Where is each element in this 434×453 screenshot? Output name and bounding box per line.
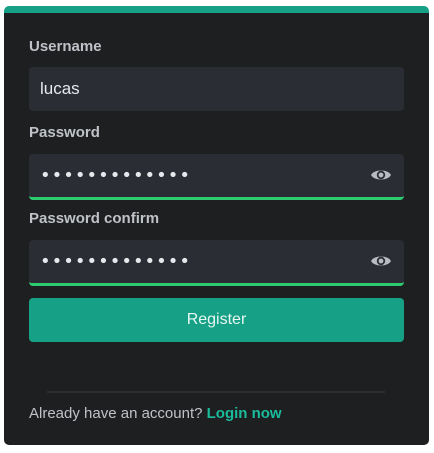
login-now-link[interactable]: Login now bbox=[207, 405, 282, 422]
register-button[interactable]: Register bbox=[29, 298, 404, 342]
username-field[interactable]: lucas bbox=[29, 67, 404, 111]
password-field[interactable]: ••••••••••••• bbox=[29, 154, 404, 200]
password-value: ••••••••••••• bbox=[40, 165, 192, 186]
eye-icon[interactable] bbox=[370, 166, 392, 184]
login-prompt: Already have an account? Login now bbox=[29, 405, 282, 422]
password-label: Password bbox=[29, 124, 100, 141]
username-label: Username bbox=[29, 38, 102, 55]
username-value: lucas bbox=[40, 79, 80, 98]
password-confirm-value: ••••••••••••• bbox=[40, 251, 192, 272]
eye-icon[interactable] bbox=[370, 252, 392, 270]
login-prompt-text: Already have an account? bbox=[29, 405, 203, 422]
register-card: Username lucas Password ••••••••••••• Pa… bbox=[4, 6, 429, 445]
divider bbox=[47, 391, 385, 393]
password-confirm-field[interactable]: ••••••••••••• bbox=[29, 240, 404, 286]
password-confirm-label: Password confirm bbox=[29, 210, 160, 227]
